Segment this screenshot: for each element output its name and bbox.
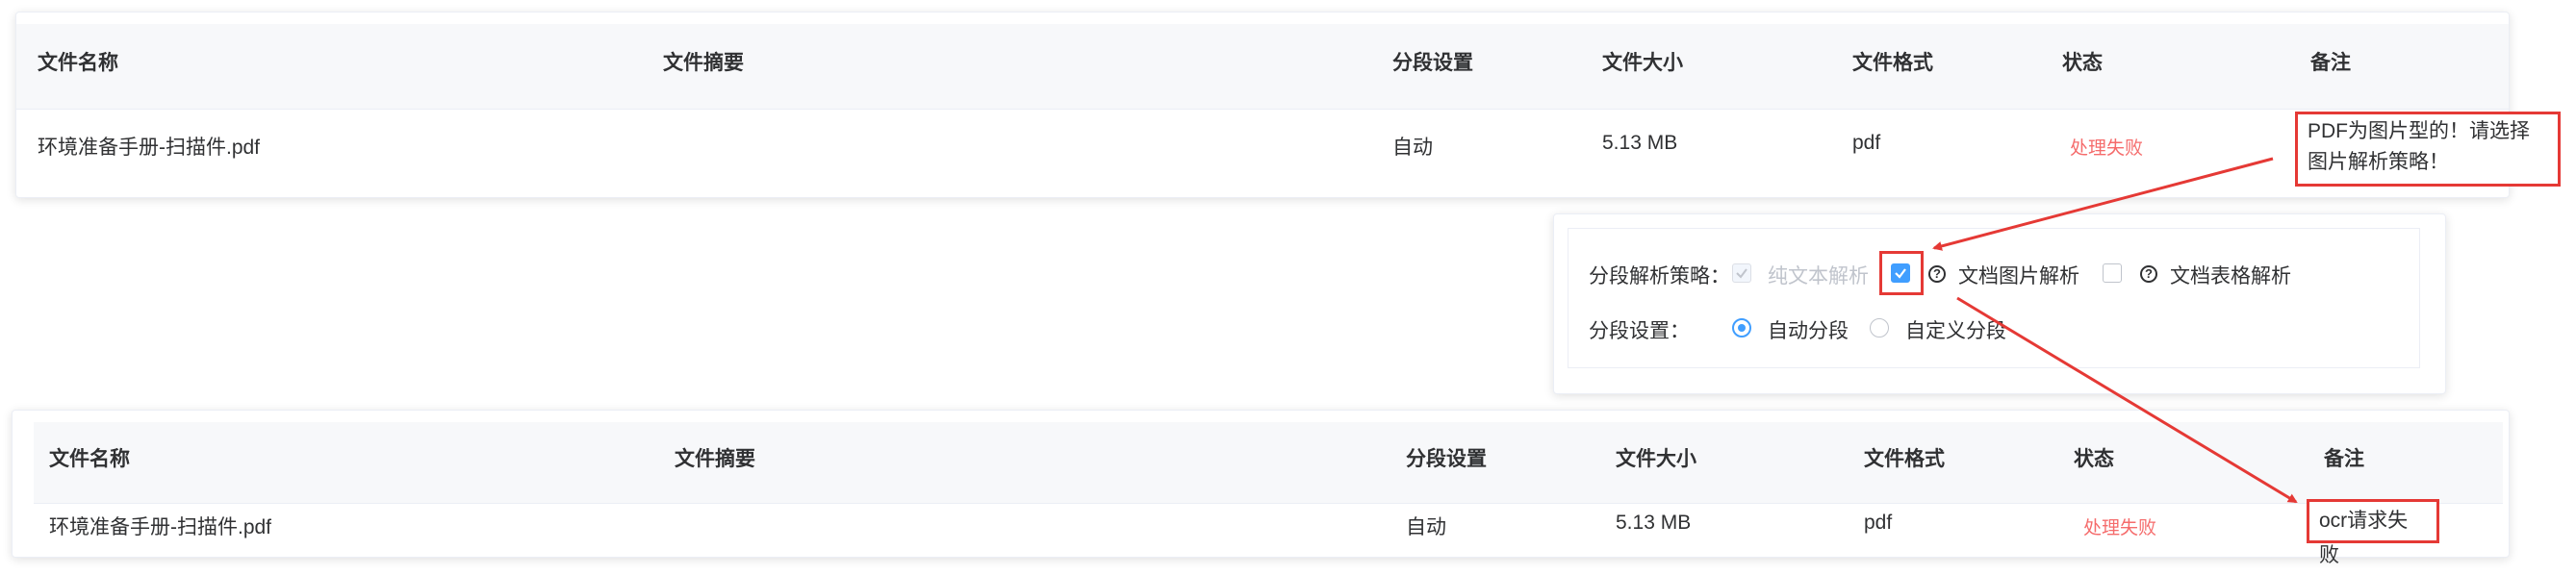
note-text: ocr请求失败 [2319,510,2409,566]
plain-text-checkbox [1732,263,1751,283]
col-header-size[interactable]: 文件大小 [1616,443,1696,472]
col-header-name[interactable]: 文件名称 [38,47,118,76]
table-header [34,422,2503,504]
status-badge: 处理失败 [2083,518,2157,538]
parse-strategy-popup: 分段解析策略： 纯文本解析 ? 文档图片解析 ? 文档表格解析 分段设置： 自动… [1553,213,2446,394]
col-header-summary[interactable]: 文件摘要 [675,443,755,472]
col-header-status[interactable]: 状态 [2062,47,2103,76]
col-header-summary[interactable]: 文件摘要 [663,47,744,76]
col-header-segment[interactable]: 分段设置 [1406,443,1487,472]
check-icon [1736,268,1747,279]
table-parse-checkbox[interactable] [2103,263,2122,283]
note-error-message: PDF为图片型的！请选择 图片解析策略！ [2295,112,2561,187]
strategy-label: 分段解析策略： [1589,265,1730,288]
segment-label: 分段设置： [1589,320,1690,342]
auto-segment-label[interactable]: 自动分段 [1768,315,1849,344]
file-format: pdf [1864,512,1893,534]
auto-segment-radio[interactable] [1732,318,1751,338]
file-format: pdf [1852,132,1881,154]
image-parse-label[interactable]: 文档图片解析 [1958,261,2079,289]
col-header-note[interactable]: 备注 [2324,443,2364,472]
custom-segment-radio[interactable] [1870,318,1889,338]
help-icon[interactable]: ? [1928,265,1946,283]
col-header-note[interactable]: 备注 [2310,47,2351,76]
table-header [16,24,2509,110]
file-table-after: 文件名称 文件摘要 分段设置 文件大小 文件格式 状态 备注 环境准备手册-扫描… [12,410,2510,566]
file-size: 5.13 MB [1602,132,1678,154]
help-icon[interactable]: ? [2140,265,2157,283]
col-header-segment[interactable]: 分段设置 [1392,47,1473,76]
custom-segment-label[interactable]: 自定义分段 [1905,315,2006,344]
file-segment: 自动 [1392,137,1433,159]
note-line-2: 图片解析策略！ [2308,151,2449,173]
file-name[interactable]: 环境准备手册-扫描件.pdf [38,132,260,161]
col-header-status[interactable]: 状态 [2074,443,2114,472]
annotation-highlight-checkbox [1879,251,1924,295]
file-name[interactable]: 环境准备手册-扫描件.pdf [49,512,271,540]
col-header-size[interactable]: 文件大小 [1602,47,1683,76]
popup-content [1568,228,2420,368]
note-error-message: ocr请求失败 [2307,499,2439,566]
col-header-format[interactable]: 文件格式 [1864,443,1945,472]
status-badge: 处理失败 [2070,138,2144,159]
table-parse-label[interactable]: 文档表格解析 [2170,261,2291,289]
note-line-1: PDF为图片型的！请选择 [2308,120,2530,142]
col-header-name[interactable]: 文件名称 [49,443,130,472]
plain-text-label: 纯文本解析 [1768,265,1869,288]
col-header-format[interactable]: 文件格式 [1852,47,1933,76]
file-segment: 自动 [1406,516,1446,538]
file-size: 5.13 MB [1616,512,1692,534]
file-table-before: 文件名称 文件摘要 分段设置 文件大小 文件格式 状态 备注 环境准备手册-扫描… [15,12,2561,198]
